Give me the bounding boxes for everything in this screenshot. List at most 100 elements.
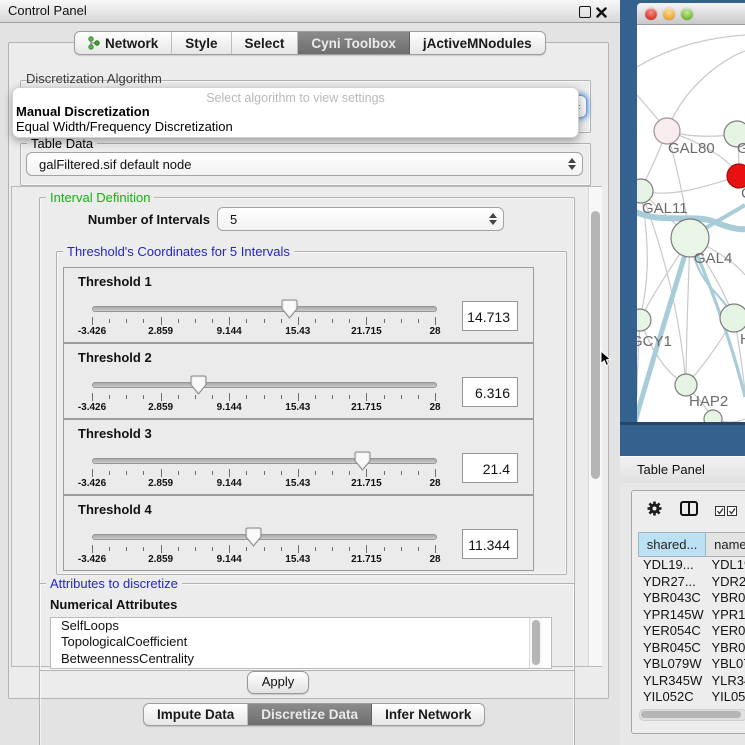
table-cell[interactable]: YBR045C — [706, 640, 745, 657]
threshold-slider-handle[interactable] — [281, 299, 298, 324]
table-row[interactable]: YBR045CYBR045C — [638, 640, 745, 657]
network-window-titlebar[interactable] — [637, 3, 745, 25]
table-row[interactable]: YPR145WYPR145W — [638, 607, 745, 624]
attribute-list-item[interactable]: TopologicalCoefficient — [51, 634, 551, 650]
table-row[interactable]: YBL079WYBL079W — [638, 656, 745, 673]
table-row[interactable]: YLR345WYLR345W — [638, 673, 745, 690]
attribute-list-item[interactable]: BetweennessCentrality — [51, 651, 551, 667]
column-header-name[interactable]: name — [706, 532, 745, 557]
network-canvas[interactable]: GAL80 G C GAL11 GAL4 GCY1 H HAP2 — [637, 25, 745, 422]
select-columns-icon[interactable] — [715, 506, 737, 516]
table-cell[interactable]: YBL079W — [706, 656, 745, 673]
tab-impute-data[interactable]: Impute Data — [144, 704, 248, 725]
tick-mark — [229, 317, 230, 325]
scrollbar-thumb[interactable] — [532, 620, 540, 665]
tab-jactivemnodules[interactable]: jActiveMNodules — [410, 32, 545, 54]
tab-select[interactable]: Select — [232, 32, 299, 54]
network-view-window: GAL80 G C GAL11 GAL4 GCY1 H HAP2 — [637, 3, 745, 422]
tick-mark — [109, 395, 110, 399]
table-cell[interactable]: YIL052C — [638, 689, 706, 706]
tab-discretize-data[interactable]: Discretize Data — [248, 704, 372, 725]
column-header-shared-name[interactable]: shared... — [638, 532, 706, 557]
attribute-list-item[interactable]: SelfLoops — [51, 618, 551, 634]
table-cell[interactable]: YPR145W — [706, 607, 745, 624]
threshold-value-field[interactable]: 21.4 — [462, 453, 518, 483]
table-cell[interactable]: YDL19... — [638, 557, 706, 574]
threshold-slider-handle[interactable] — [354, 451, 371, 476]
minimize-traffic-light-icon[interactable] — [663, 8, 675, 20]
tab-cyni-toolbox[interactable]: Cyni Toolbox — [298, 32, 410, 54]
table-cell[interactable]: YER054C — [706, 623, 745, 640]
tick-label: 2.859 — [148, 554, 173, 565]
table-row[interactable]: YDR27...YDR27 — [638, 574, 745, 591]
tick-mark — [298, 393, 299, 401]
table-cell[interactable]: YDR27 — [706, 574, 745, 591]
main-scrollbar[interactable] — [588, 187, 602, 666]
slider-thumb-icon — [281, 299, 298, 319]
zoom-traffic-light-icon[interactable] — [681, 8, 693, 20]
close-traffic-light-icon[interactable] — [645, 8, 657, 20]
tab-label: Discretize Data — [261, 707, 358, 722]
table-cell[interactable]: YIL052C — [706, 689, 745, 706]
number-of-intervals-combobox[interactable]: 5 — [217, 207, 504, 231]
numerical-attributes-list[interactable]: SelfLoopsTopologicalCoefficientBetweenne… — [50, 617, 552, 669]
algorithm-dropdown-popup: Select algorithm to view settings Manual… — [12, 87, 579, 138]
table-row[interactable]: YBR043CYBR043C — [638, 590, 745, 607]
tick-mark — [92, 545, 93, 553]
split-columns-icon[interactable] — [680, 501, 698, 521]
tick-mark — [384, 319, 385, 323]
table-row[interactable]: YER054CYER054C — [638, 623, 745, 640]
threshold-slider-handle[interactable] — [245, 527, 262, 552]
threshold-slider-track[interactable] — [92, 458, 437, 464]
tick-mark — [92, 469, 93, 477]
gear-icon[interactable] — [646, 500, 663, 522]
threshold-value-field[interactable]: 14.713 — [462, 301, 518, 331]
attributes-group: Attributes to discretize Numerical Attri… — [39, 583, 575, 671]
tick-label: 15.43 — [285, 478, 310, 489]
table-horizontal-scrollbar[interactable] — [639, 709, 745, 721]
tick-mark — [315, 319, 316, 323]
tab-style[interactable]: Style — [172, 32, 231, 54]
tick-mark — [315, 395, 316, 399]
threshold-value-field[interactable]: 11.344 — [462, 529, 518, 559]
float-window-icon[interactable] — [579, 6, 591, 18]
tick-mark — [418, 319, 419, 323]
table-row[interactable]: YDL19...YDL19 — [638, 557, 745, 574]
close-icon[interactable] — [596, 5, 607, 23]
menu-item-equal-width-frequency[interactable]: Equal Width/Frequency Discretization — [16, 119, 233, 134]
table-cell[interactable]: YBR043C — [706, 590, 745, 607]
node-label: G — [737, 140, 745, 157]
table-cell[interactable]: YER054C — [638, 623, 706, 640]
tab-network[interactable]: Network — [75, 32, 172, 54]
table-cell[interactable]: YBR043C — [638, 590, 706, 607]
table-row[interactable]: YIL052CYIL052C — [638, 689, 745, 706]
tick-mark — [178, 319, 179, 323]
table-cell[interactable]: YPR145W — [638, 607, 706, 624]
attributes-scrollbar[interactable] — [529, 618, 542, 668]
tick-mark — [126, 471, 127, 475]
apply-button[interactable]: Apply — [247, 671, 309, 694]
tick-mark — [178, 395, 179, 399]
threshold-slider-track[interactable] — [92, 382, 437, 388]
tick-label: 21.715 — [351, 402, 382, 413]
menu-item-manual-discretization[interactable]: Manual Discretization — [16, 104, 150, 119]
threshold-slider-handle[interactable] — [190, 375, 207, 400]
table-cell[interactable]: YDL19 — [706, 557, 745, 574]
screen: Control Panel NetworkStyleSelectCyni Too… — [0, 0, 745, 745]
table-cell[interactable]: YBL079W — [638, 656, 706, 673]
table-cell[interactable]: YBR045C — [638, 640, 706, 657]
tick-mark — [229, 393, 230, 401]
scrollbar-thumb[interactable] — [591, 211, 600, 479]
tick-mark — [401, 547, 402, 551]
tick-mark — [366, 317, 367, 325]
scrollbar-thumb[interactable] — [641, 711, 741, 718]
table-cell[interactable]: YLR345W — [706, 673, 745, 690]
tab-infer-network[interactable]: Infer Network — [372, 704, 484, 725]
table-cell[interactable]: YLR345W — [638, 673, 706, 690]
table-data-combobox[interactable]: galFiltered.sif default node — [26, 152, 583, 176]
threshold-slider-track[interactable] — [92, 306, 437, 312]
node-label: GAL4 — [694, 250, 732, 267]
threshold-value-field[interactable]: 6.316 — [462, 377, 518, 407]
threshold-slider-track[interactable] — [92, 534, 437, 540]
table-cell[interactable]: YDR27... — [638, 574, 706, 591]
